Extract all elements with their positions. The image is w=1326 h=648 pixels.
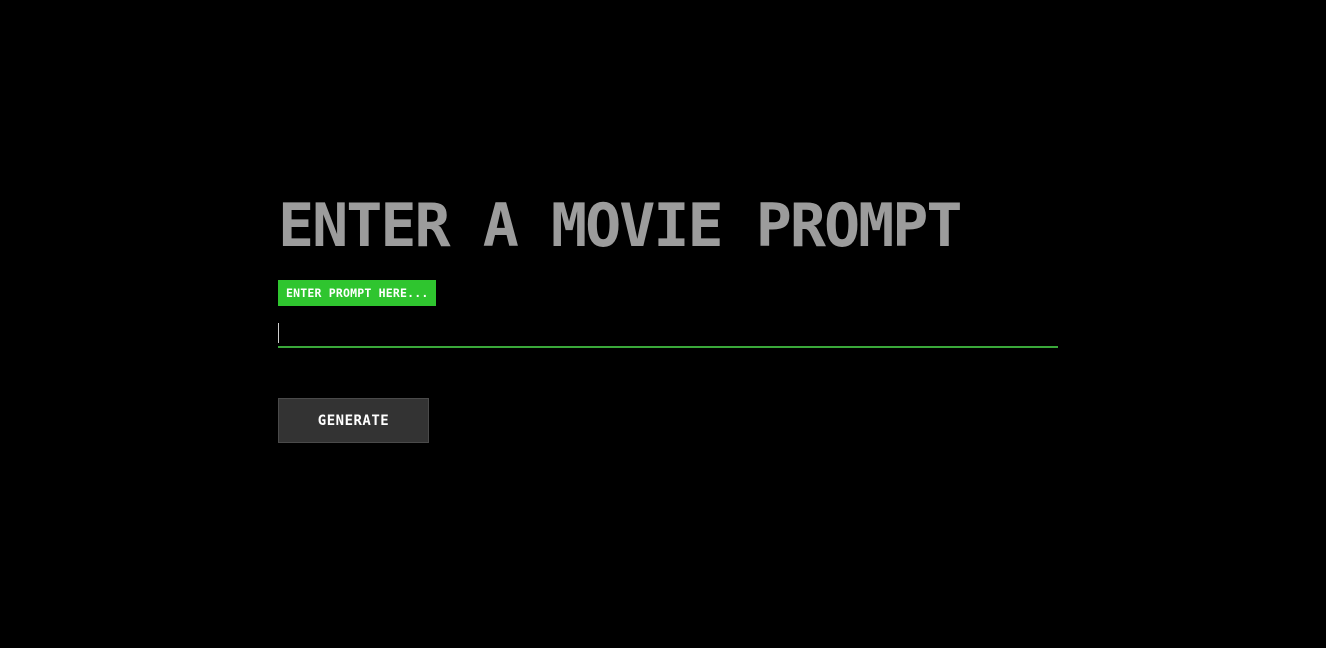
- page: ENTER A MOVIE PROMPT ENTER PROMPT HERE..…: [0, 0, 1326, 648]
- prompt-input[interactable]: [278, 318, 1058, 348]
- text-caret: [278, 323, 279, 343]
- prompt-input-wrapper: [278, 318, 1058, 348]
- prompt-label-badge: ENTER PROMPT HERE...: [278, 280, 437, 306]
- prompt-form: ENTER A MOVIE PROMPT ENTER PROMPT HERE..…: [278, 191, 1058, 443]
- generate-button[interactable]: GENERATE: [278, 398, 429, 443]
- page-title: ENTER A MOVIE PROMPT: [278, 191, 962, 261]
